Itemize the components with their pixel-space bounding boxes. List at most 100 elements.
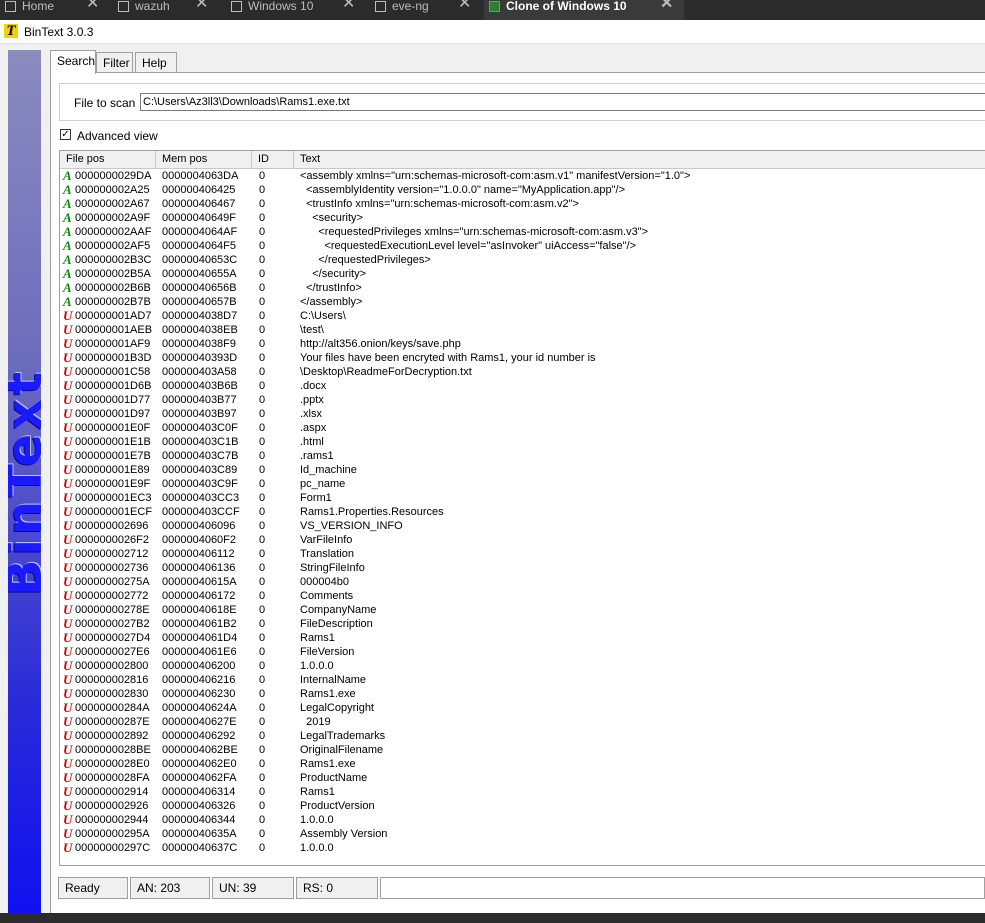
column-header-mem-pos[interactable]: Mem pos [156,151,252,168]
table-row[interactable]: U 00000000295A 00000040635A 0 Assembly Versi… [60,827,985,841]
file-pos-cell: 00000000295A [75,828,150,840]
tab-help[interactable]: Help [135,52,177,72]
table-row[interactable]: U 000000001D97 000000403B97 0 .xlsx [60,407,985,421]
table-row[interactable]: U 000000002800 000000406200 0 1.0.0.0 [60,659,985,673]
table-row[interactable]: U 000000001EC3 000000403CC3 0 Form1 [60,491,985,505]
table-row[interactable]: A 0000000029DA 0000004063DA 0 <assembly xmln… [60,169,985,183]
id-cell: 0 [259,268,266,280]
close-icon[interactable]: ✕ [195,0,208,12]
table-row[interactable]: U 000000001E1B 000000403C1B 0 .html [60,435,985,449]
table-row[interactable]: A 000000002AAF 0000004064AF 0 <requestedPri… [60,225,985,239]
table-row[interactable]: U 000000002772 000000406172 0 Comments [60,589,985,603]
file-pos-cell: 000000002B6B [75,282,151,294]
close-icon[interactable]: ✕ [86,0,99,12]
close-icon[interactable]: ✕ [342,0,355,12]
id-cell: 0 [259,324,266,336]
brand-banner: BinText [8,50,41,913]
unicode-string-icon: U [63,644,73,659]
column-header-file-pos[interactable]: File pos [60,151,156,168]
table-row[interactable]: A 000000002AF5 0000004064F5 0 <requestedExe… [60,239,985,253]
mem-pos-cell: 000000403CCF [162,506,240,518]
table-row[interactable]: U 000000002736 000000406136 0 StringFileInfo [60,561,985,575]
id-cell: 0 [259,660,266,672]
table-row[interactable]: U 00000000287E 00000040627E 0 2019 [60,715,985,729]
scan-group: File to scan [59,83,985,121]
close-icon[interactable]: ✕ [458,0,471,12]
text-cell: Rams1.exe [300,758,356,770]
table-row[interactable]: U 000000001C58 000000403A58 0 \Desktop\Readm… [60,365,985,379]
table-row[interactable]: U 000000002944 000000406344 0 1.0.0.0 [60,813,985,827]
table-row[interactable]: U 0000000028E0 0000004062E0 0 Rams1.exe [60,757,985,771]
host-tab-clone-windows10[interactable]: Clone of Windows 10 ✕ [484,0,684,20]
table-row[interactable]: U 000000001ECF 000000403CCF 0 Rams1.Properti… [60,505,985,519]
tab-filter[interactable]: Filter [96,52,133,72]
unicode-string-icon: U [63,700,73,715]
text-cell: .rams1 [300,450,334,462]
table-row[interactable]: U 000000002926 000000406326 0 ProductVersion [60,799,985,813]
mem-pos-cell: 000000403C1B [162,436,239,448]
host-tab-eve-ng[interactable]: eve-ng ✕ [370,0,478,20]
unicode-string-icon: U [63,784,73,799]
file-pos-cell: 0000000028BE [75,744,151,756]
table-row[interactable]: A 000000002B7B 00000040657B 0 </assembly> [60,295,985,309]
host-tab-home[interactable]: Home ✕ [0,0,105,20]
unicode-string-icon: U [63,812,73,827]
file-to-scan-input[interactable] [140,93,985,111]
status-bar: Ready AN: 203 UN: 39 RS: 0 [50,872,985,902]
file-pos-cell: 0000000026F2 [75,534,150,546]
table-row[interactable]: U 0000000028BE 0000004062BE 0 OriginalFilena… [60,743,985,757]
table-row[interactable]: U 0000000027D4 0000004061D4 0 Rams1 [60,631,985,645]
table-row[interactable]: A 000000002A9F 00000040649F 0 <security> [60,211,985,225]
column-header-id[interactable]: ID [252,151,294,168]
table-row[interactable]: U 000000002816 000000406216 0 InternalName [60,673,985,687]
file-pos-cell: 000000001E7B [75,450,151,462]
id-cell: 0 [259,842,266,854]
table-row[interactable]: U 000000002914 000000406314 0 Rams1 [60,785,985,799]
unicode-string-icon: U [63,448,73,463]
mem-pos-cell: 00000040657B [162,296,237,308]
table-row[interactable]: U 000000001E0F 000000403C0F 0 .aspx [60,421,985,435]
table-row[interactable]: U 000000001E7B 000000403C7B 0 .rams1 [60,449,985,463]
mem-pos-cell: 000000406136 [162,562,236,574]
table-row[interactable]: U 000000001AEB 0000004038EB 0 \test\ [60,323,985,337]
close-icon[interactable]: ✕ [660,0,673,12]
table-row[interactable]: U 00000000297C 00000040637C 0 1.0.0.0 [60,841,985,855]
host-tab-wazuh[interactable]: wazuh ✕ [113,0,218,20]
text-cell: Rams1 [300,786,335,798]
table-row[interactable]: U 000000001B3D 00000040393D 0 Your files hav… [60,351,985,365]
table-row[interactable]: U 000000001AD7 0000004038D7 0 C:\Users\ [60,309,985,323]
table-row[interactable]: U 000000002712 000000406112 0 Translation [60,547,985,561]
file-pos-cell: 000000001D6B [75,380,152,392]
table-row[interactable]: A 000000002B3C 00000040653C 0 </requestedPr… [60,253,985,267]
table-row[interactable]: U 00000000275A 00000040615A 0 000004b0 [60,575,985,589]
table-row[interactable]: U 00000000284A 00000040624A 0 LegalCopyright [60,701,985,715]
table-row[interactable]: U 000000002696 000000406096 0 VS_VERSION_INF… [60,519,985,533]
table-row[interactable]: U 000000001D77 000000403B77 0 .pptx [60,393,985,407]
host-tab-windows10[interactable]: Windows 10 ✕ [226,0,362,20]
table-row[interactable]: U 000000001D6B 000000403B6B 0 .docx [60,379,985,393]
advanced-view-checkbox[interactable]: ✓ [60,129,71,140]
id-cell: 0 [259,618,266,630]
tab-search[interactable]: Search [50,50,96,74]
console-icon [489,1,500,12]
table-row[interactable]: U 0000000028FA 0000004062FA 0 ProductName [60,771,985,785]
table-row[interactable]: U 00000000278E 00000040618E 0 CompanyName [60,603,985,617]
table-row[interactable]: A 000000002B6B 00000040656B 0 </trustInfo> [60,281,985,295]
table-row[interactable]: A 000000002A67 000000406467 0 <trustInfo xm… [60,197,985,211]
table-row[interactable]: A 000000002A25 000000406425 0 <assemblyIden… [60,183,985,197]
table-row[interactable]: U 000000001AF9 0000004038F9 0 http://alt356.… [60,337,985,351]
table-row[interactable]: U 000000001E9F 000000403C9F 0 pc_name [60,477,985,491]
table-row[interactable]: A 000000002B5A 00000040655A 0 </security> [60,267,985,281]
column-header-text[interactable]: Text [294,151,985,168]
table-row[interactable]: U 0000000027E6 0000004061E6 0 FileVersion [60,645,985,659]
mem-pos-cell: 0000004062BE [162,744,238,756]
table-row[interactable]: U 000000002830 000000406230 0 Rams1.exe [60,687,985,701]
table-row[interactable]: U 0000000026F2 0000004060F2 0 VarFileInfo [60,533,985,547]
file-pos-cell: 00000000284A [75,702,150,714]
results-list[interactable]: File pos Mem pos ID Text A 0000000029DA 00… [59,150,985,866]
text-cell: pc_name [300,478,346,490]
table-row[interactable]: U 000000001E89 000000403C89 0 Id_machine [60,463,985,477]
table-row[interactable]: U 0000000027B2 0000004061B2 0 FileDescriptio… [60,617,985,631]
table-row[interactable]: U 000000002892 000000406292 0 LegalTrademark… [60,729,985,743]
text-cell: C:\Users\ [300,310,346,322]
